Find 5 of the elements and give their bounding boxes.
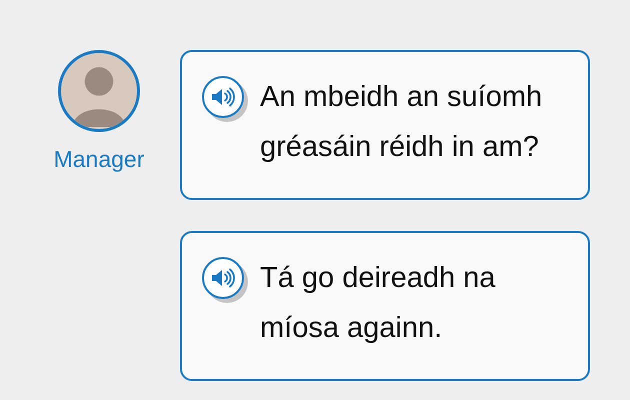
speaker-icon xyxy=(211,268,235,288)
message-text: Tá go deireadh na míosa againn. xyxy=(260,261,496,346)
speaker-icon xyxy=(211,87,235,107)
speaker-name: Manager xyxy=(54,146,144,173)
message-text: An mbeidh an suíomh gréasáin réidh in am? xyxy=(260,80,544,165)
